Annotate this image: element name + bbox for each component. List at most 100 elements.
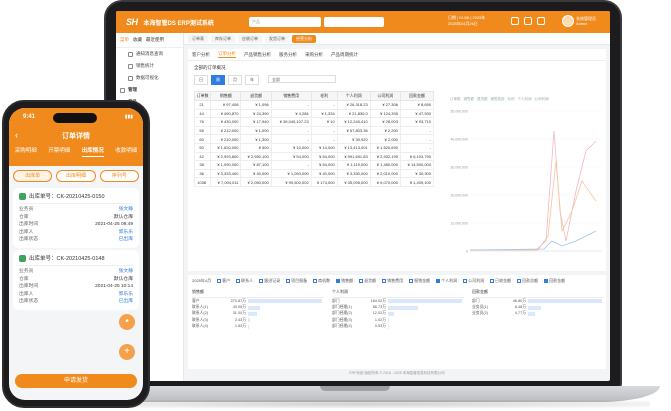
segment-option[interactable]: 出库单 bbox=[13, 170, 53, 182]
field-value[interactable]: 已出库 bbox=[119, 236, 133, 244]
field-value[interactable]: 已出库 bbox=[119, 298, 133, 306]
column-header[interactable]: 退货额 bbox=[240, 91, 272, 101]
table-row[interactable]: 36 ¥ 3,333,400 ¥ 40,000 ¥ 1,093,000 ¥ 40,000… bbox=[193, 168, 435, 179]
page-tab[interactable]: 经营分析 bbox=[292, 34, 316, 43]
sidebar-item[interactable]: 管理 bbox=[116, 84, 183, 96]
period-filter-button[interactable]: 日 bbox=[194, 75, 208, 85]
bell-icon[interactable] bbox=[511, 17, 519, 25]
checkbox-icon bbox=[313, 278, 318, 283]
table-row[interactable]: 60 ¥ 210,000 ¥ 1,300- - ¥ 39,920 ¥ 2,000- bbox=[193, 134, 435, 144]
mail-icon[interactable] bbox=[524, 17, 532, 25]
metric-checkbox[interactable]: 销售额 bbox=[336, 278, 353, 284]
column-header[interactable]: 回款金额 bbox=[399, 91, 435, 101]
app-logo[interactable]: SH bbox=[116, 17, 144, 27]
date-range-input[interactable]: 全部 bbox=[268, 75, 336, 83]
field-value[interactable]: 郭乐乐 bbox=[119, 291, 133, 299]
detail-tab[interactable]: 出库情况 bbox=[81, 146, 104, 157]
table-cell: ¥ 7,094,011 bbox=[210, 177, 242, 187]
metric-checkbox[interactable]: 客户 bbox=[217, 278, 230, 284]
page-tab[interactable]: 发货订单 bbox=[265, 34, 289, 43]
summary-row-label: 部门 bbox=[472, 298, 480, 303]
metric-checkbox[interactable]: 报销金额 bbox=[409, 278, 430, 284]
user-info[interactable]: 系统管理员 Admin bbox=[576, 16, 596, 26]
field-value: 默认仓库 bbox=[113, 214, 133, 220]
period-filter-button[interactable]: 月 bbox=[228, 75, 242, 85]
metric-checkbox[interactable]: 回款总额 bbox=[517, 278, 538, 284]
column-header[interactable]: 订单数 bbox=[193, 91, 212, 101]
metric-checkbox[interactable]: 公司利润 bbox=[463, 278, 484, 284]
table-cell: 50 bbox=[193, 142, 212, 153]
analysis-subtab[interactable]: 采购分析 bbox=[305, 52, 323, 58]
field-value[interactable]: 张文静 bbox=[119, 206, 133, 214]
column-header[interactable]: 销售额 bbox=[210, 91, 242, 101]
analysis-subtab[interactable]: 产品销售分析 bbox=[244, 52, 271, 58]
segment-option[interactable]: 出库明细 bbox=[56, 170, 96, 182]
analysis-subtab[interactable]: 订单分析 bbox=[218, 51, 236, 58]
page-tab[interactable]: 应收订单 bbox=[238, 34, 262, 43]
summary-row[interactable]: 业务员(2) 4.77万 bbox=[472, 311, 604, 317]
metric-checkbox[interactable]: 销售费用 bbox=[382, 278, 403, 284]
add-fab-button[interactable]: + bbox=[119, 344, 135, 360]
table-row[interactable]: 1036 ¥ 7,094,011 ¥ 2,060,000 ¥ 99,500,002 ¥ … bbox=[193, 177, 435, 187]
column-header[interactable]: 毛利 bbox=[310, 91, 338, 101]
sidebar-tab[interactable]: 收藏 bbox=[133, 37, 142, 43]
summary-row[interactable]: 部门经理(4) 0.53万 bbox=[332, 324, 464, 330]
shipment-card[interactable]: 出库单号：CK-20210425-0150 业务员 张文静 仓库 默认仓库 出库时间 202… bbox=[13, 188, 139, 248]
sidebar-item[interactable]: 销售统计 bbox=[116, 60, 183, 72]
chat-fab-button[interactable]: • bbox=[119, 314, 135, 330]
table-row[interactable]: 44 ¥ 490,870 ¥ 24,390 ¥ 4,284 ¥ 1,334 ¥ 21,83… bbox=[193, 108, 435, 119]
analysis-subtab[interactable]: 客户分析 bbox=[192, 52, 210, 58]
metric-checkbox[interactable]: 项目报备 bbox=[286, 278, 307, 284]
field-label: 仓库 bbox=[19, 276, 29, 282]
metric-checkbox[interactable]: 回款金额 bbox=[544, 278, 565, 284]
summary-row[interactable]: 联系人(4) 1.83万 bbox=[192, 324, 324, 330]
shipment-card[interactable]: 出库单号：CK-20210425-0148 业务员 张文静 仓库 默认仓库 出库时间 202… bbox=[13, 250, 139, 310]
table-cell: - bbox=[399, 142, 435, 153]
series-line bbox=[470, 160, 597, 251]
segment-option[interactable]: 序列号 bbox=[99, 170, 139, 182]
metric-checkbox[interactable]: 已收金额 bbox=[490, 278, 511, 284]
y-tick-label: 10,000,000 bbox=[450, 222, 468, 226]
metric-checkbox[interactable]: 商机数 bbox=[313, 278, 330, 284]
period-filter-button[interactable]: 周 bbox=[211, 75, 225, 85]
table-row[interactable]: 21 ¥ 97,408 ¥ 1,096- - ¥ 26,318.23 ¥ 27,306 ¥ … bbox=[193, 100, 435, 110]
column-header[interactable]: 公司利润 bbox=[369, 91, 401, 101]
sidebar-item[interactable]: 通知消息查询 bbox=[116, 48, 183, 60]
sidebar-item[interactable]: 数据可视化 bbox=[116, 72, 183, 84]
table-cell: ¥ 93,710 bbox=[399, 117, 435, 127]
analysis-subtab[interactable]: 产品周期统计 bbox=[331, 52, 358, 58]
top-info-line: 2025年04月26日 bbox=[448, 21, 478, 26]
table-row[interactable]: 55 ¥ 212,000 ¥ 1,000- - ¥ 57,803.36 ¥ 2,200- bbox=[193, 125, 435, 136]
detail-tab[interactable]: 收款明细 bbox=[115, 146, 137, 157]
field-value[interactable]: 郭乐乐 bbox=[119, 229, 133, 237]
summary-bar bbox=[248, 311, 257, 316]
submit-shipment-button[interactable]: 申请发货 bbox=[15, 374, 137, 388]
detail-tab[interactable]: 开票明细 bbox=[48, 146, 70, 157]
metric-checkbox[interactable]: 退货额 bbox=[359, 278, 376, 284]
field-value[interactable]: 张文静 bbox=[119, 268, 133, 276]
table-row[interactable]: 42 ¥ 2,993,800 ¥ 2,950,100 ¥ 54,000 ¥ 54,000… bbox=[193, 151, 435, 162]
period-label[interactable]: 2025年4月 bbox=[192, 278, 211, 284]
sidebar-tab[interactable]: 菜单 bbox=[120, 37, 129, 43]
global-search-field[interactable] bbox=[324, 17, 384, 27]
avatar[interactable] bbox=[562, 15, 574, 27]
metric-checkbox[interactable]: 跟进记录 bbox=[259, 278, 280, 284]
page-tab[interactable]: 库存订单 bbox=[211, 34, 235, 43]
global-search-input[interactable]: 产品 bbox=[249, 17, 321, 27]
column-header[interactable]: 销售费用 bbox=[270, 91, 312, 101]
table-row[interactable]: 76 ¥ 430,000 ¥ 17,940 ¥ 39,045,107.23 ¥ 10 ¥ … bbox=[193, 117, 435, 127]
table-cell: ¥ 1,334 bbox=[310, 108, 338, 119]
settings-icon[interactable] bbox=[537, 17, 545, 25]
metric-checkbox[interactable]: 联系人 bbox=[236, 278, 253, 284]
column-header[interactable]: 个人利润 bbox=[336, 91, 371, 101]
metric-checkbox[interactable]: 个人利润 bbox=[436, 278, 457, 284]
checkbox-icon bbox=[382, 278, 387, 283]
detail-tab[interactable]: 采购明细 bbox=[15, 146, 37, 157]
sidebar-tab[interactable]: 最近使用 bbox=[146, 37, 164, 43]
period-filter-button[interactable]: 年 bbox=[245, 75, 259, 85]
analysis-subtab[interactable]: 服务分析 bbox=[279, 52, 297, 58]
table-row[interactable]: 50 ¥ 1,620,000 ¥ 500 ¥ 10,000 ¥ 14,000 ¥ 13,4… bbox=[193, 142, 435, 153]
table-row[interactable]: 38 ¥ 1,090,000 ¥ 87,100- ¥ 54,000 ¥ 1,119,00… bbox=[193, 160, 435, 170]
table-cell: ¥ 210,000 bbox=[210, 134, 242, 144]
page-tab[interactable]: 订单表 bbox=[188, 34, 208, 43]
